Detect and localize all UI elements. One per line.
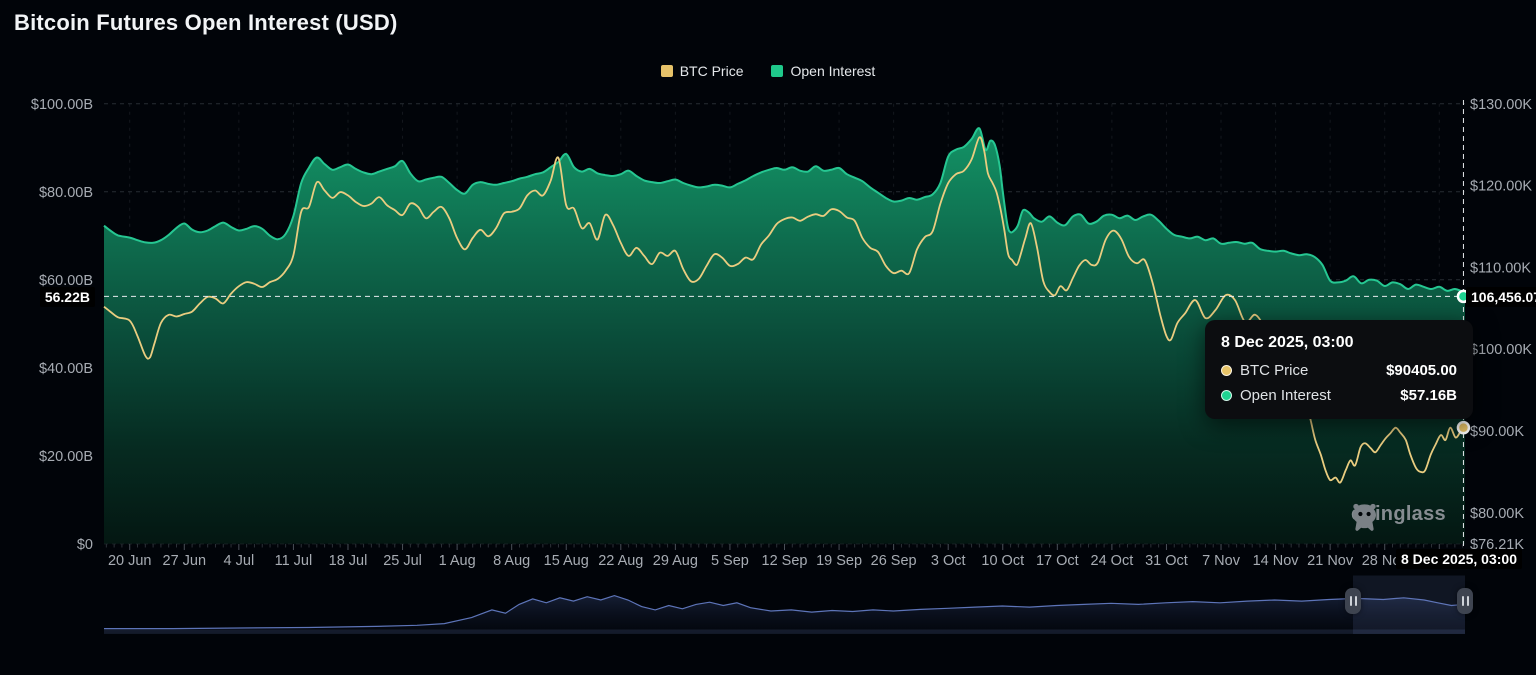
x-axis-label: 22 Aug bbox=[598, 553, 643, 569]
chart-tooltip: 8 Dec 2025, 03:00 BTC Price $90405.00 Op… bbox=[1205, 320, 1473, 419]
x-axis-label: 19 Sep bbox=[816, 553, 862, 569]
x-axis-label: 15 Aug bbox=[544, 553, 589, 569]
crosshair-date-badge: 8 Dec 2025, 03:00 bbox=[1396, 549, 1522, 569]
open-interest-dot-icon bbox=[1221, 390, 1232, 401]
navigator-selection-window[interactable] bbox=[1353, 576, 1465, 635]
x-axis-label: 31 Oct bbox=[1145, 553, 1188, 569]
tooltip-timestamp: 8 Dec 2025, 03:00 bbox=[1221, 334, 1457, 352]
left-axis-label: $100.00B bbox=[31, 97, 93, 113]
right-axis-label: $100.00K bbox=[1470, 342, 1532, 358]
tooltip-value-open-interest: $57.16B bbox=[1400, 387, 1457, 404]
x-axis-label: 5 Sep bbox=[711, 553, 749, 569]
x-axis-label: 10 Oct bbox=[981, 553, 1024, 569]
handle-grip-icon bbox=[1467, 596, 1469, 606]
coinglass-mascot-icon bbox=[1351, 503, 1378, 532]
left-axis-label: $80.00B bbox=[39, 185, 93, 201]
x-axis-label: 3 Oct bbox=[931, 553, 966, 569]
navigator-right-handle[interactable] bbox=[1457, 588, 1473, 614]
tooltip-label-open-interest: Open Interest bbox=[1240, 387, 1331, 404]
x-axis-label: 17 Oct bbox=[1036, 553, 1079, 569]
x-axis-label: 18 Jul bbox=[329, 553, 368, 569]
x-axis-label: 24 Oct bbox=[1091, 553, 1134, 569]
left-axis-label: $20.00B bbox=[39, 449, 93, 465]
right-axis-label: $90.00K bbox=[1470, 424, 1524, 440]
right-axis-label: $120.00K bbox=[1470, 179, 1532, 195]
x-axis-label: 29 Aug bbox=[653, 553, 698, 569]
legend-item-btc-price[interactable]: BTC Price bbox=[661, 63, 744, 79]
handle-grip-icon bbox=[1355, 596, 1357, 606]
x-axis-label: 11 Jul bbox=[275, 553, 313, 569]
handle-grip-icon bbox=[1462, 596, 1464, 606]
legend-label-btc-price: BTC Price bbox=[680, 63, 744, 79]
tooltip-label-btc-price: BTC Price bbox=[1240, 362, 1308, 379]
navigator-left-handle[interactable] bbox=[1345, 588, 1361, 614]
x-axis-label: 8 Aug bbox=[493, 553, 530, 569]
x-axis-label: 26 Sep bbox=[871, 553, 917, 569]
coinglass-watermark: coinglass bbox=[1351, 503, 1446, 526]
page-title: Bitcoin Futures Open Interest (USD) bbox=[14, 10, 397, 36]
tooltip-value-btc-price: $90405.00 bbox=[1386, 362, 1457, 379]
x-axis-label: 27 Jun bbox=[163, 553, 207, 569]
btc-price-dot-icon bbox=[1221, 365, 1232, 376]
legend-label-open-interest: Open Interest bbox=[790, 63, 875, 79]
left-axis-label: $0 bbox=[77, 537, 93, 553]
right-axis-label: $110.00K bbox=[1470, 260, 1531, 276]
x-axis-label: 4 Jul bbox=[224, 553, 255, 569]
x-axis-label: 12 Sep bbox=[762, 553, 808, 569]
chart-page: $100.00B$80.00B$60.00B$40.00B$20.00B$0$1… bbox=[0, 0, 1536, 675]
open-interest-swatch-icon bbox=[771, 65, 783, 77]
x-axis-label: 7 Nov bbox=[1202, 553, 1241, 569]
x-axis-label: 14 Nov bbox=[1253, 553, 1300, 569]
tooltip-row-btc-price: BTC Price $90405.00 bbox=[1221, 362, 1457, 379]
btc-price-swatch-icon bbox=[661, 65, 673, 77]
left-axis-label: $40.00B bbox=[39, 361, 93, 377]
x-axis-label: 25 Jul bbox=[383, 553, 422, 569]
handle-grip-icon bbox=[1350, 596, 1352, 606]
tooltip-row-open-interest: Open Interest $57.16B bbox=[1221, 387, 1457, 404]
x-axis-label: 21 Nov bbox=[1307, 553, 1354, 569]
x-axis-label: 1 Aug bbox=[439, 553, 476, 569]
right-axis-label: $130.00K bbox=[1470, 97, 1532, 113]
navigator-track[interactable] bbox=[104, 630, 1465, 635]
x-axis-label: 20 Jun bbox=[108, 553, 152, 569]
crosshair-left-value-badge: 56.22B bbox=[40, 287, 95, 307]
crosshair-right-value-badge: 106,456.07 bbox=[1466, 287, 1536, 307]
right-axis-label: $80.00K bbox=[1470, 506, 1524, 522]
legend: BTC Price Open Interest bbox=[0, 63, 1536, 79]
legend-item-open-interest[interactable]: Open Interest bbox=[771, 63, 875, 79]
